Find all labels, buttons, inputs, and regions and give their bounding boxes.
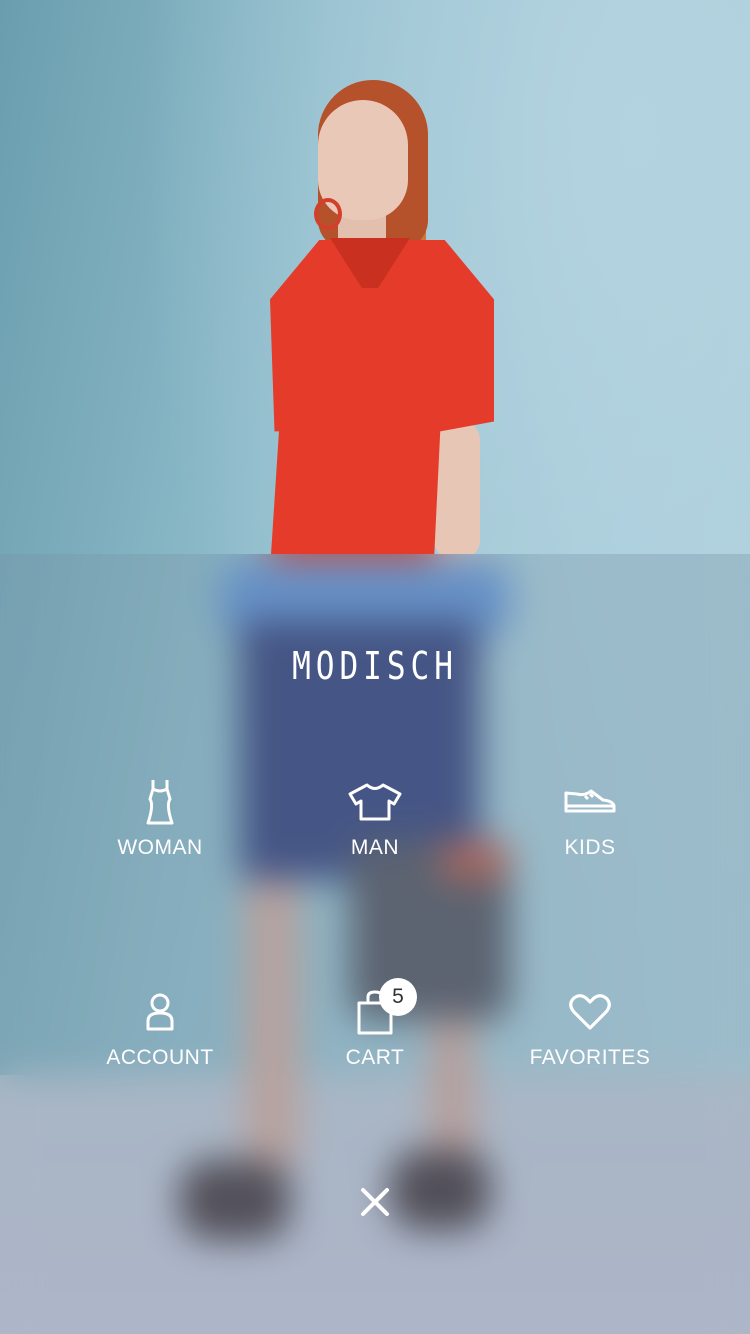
menu-item-woman[interactable]: WOMAN (60, 772, 260, 860)
menu-item-man[interactable]: MAN (275, 772, 475, 860)
sneaker-icon (490, 772, 690, 832)
menu-item-cart[interactable]: 5 CART (275, 978, 475, 1070)
user-icon (60, 982, 260, 1042)
dress-icon (60, 772, 260, 832)
menu-panel: MODISCH WOMAN MAN KIDS ACCOUNT 5 CART FA… (0, 554, 750, 1334)
menu-item-label: ACCOUNT (106, 1046, 214, 1069)
brand-logo: MODISCH (292, 644, 458, 688)
menu-item-label: KIDS (564, 836, 616, 859)
menu-item-favorites[interactable]: FAVORITES (490, 982, 690, 1070)
shopping-bag-icon: 5 (275, 978, 475, 1042)
menu-item-kids[interactable]: KIDS (490, 772, 690, 860)
menu-item-label: MAN (350, 836, 400, 859)
close-button[interactable] (355, 1182, 395, 1222)
tshirt-icon (275, 772, 475, 832)
menu-item-label: FAVORITES (529, 1046, 651, 1069)
cart-count-badge: 5 (379, 978, 417, 1016)
menu-item-label: WOMAN (117, 836, 203, 859)
close-icon (361, 1188, 389, 1216)
menu-item-label: CART (345, 1046, 405, 1069)
heart-icon (490, 982, 690, 1042)
menu-item-account[interactable]: ACCOUNT (60, 982, 260, 1070)
